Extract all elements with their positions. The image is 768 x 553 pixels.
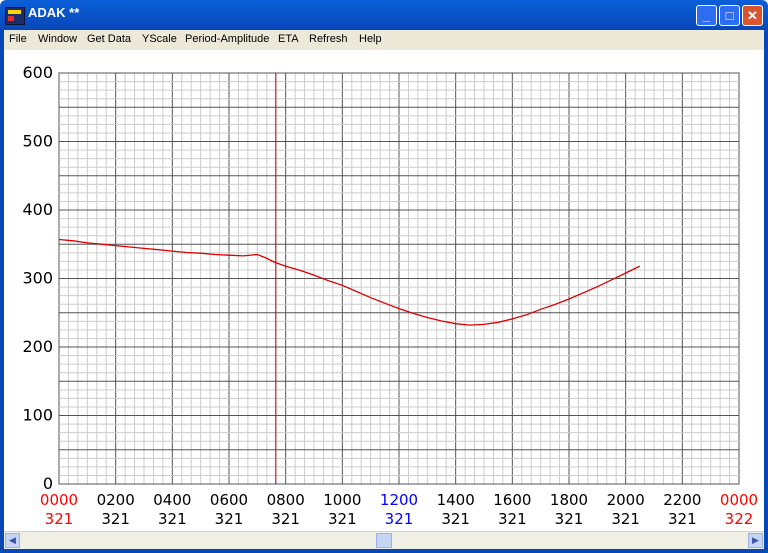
menu-eta[interactable]: ETA bbox=[278, 33, 299, 45]
x-tick-label-day: 321 bbox=[328, 510, 357, 528]
scroll-left-button[interactable]: ◀ bbox=[5, 533, 20, 548]
x-tick-label-day: 321 bbox=[271, 510, 300, 528]
menu-yscale[interactable]: YScale bbox=[142, 33, 177, 45]
menu-bar: File Window Get Data YScale Period-Ampli… bbox=[0, 30, 768, 51]
scroll-right-button[interactable]: ▶ bbox=[748, 533, 763, 548]
seismograph-chart[interactable]: 6005004003002001000000032102003210400321… bbox=[4, 50, 764, 530]
x-tick-label-day: 321 bbox=[498, 510, 527, 528]
x-tick-label-time: 0000 bbox=[40, 491, 78, 509]
x-tick-label-day: 321 bbox=[101, 510, 130, 528]
menu-period-amplitude[interactable]: Period-Amplitude bbox=[185, 33, 269, 45]
x-tick-label-day: 321 bbox=[385, 510, 414, 528]
menu-help[interactable]: Help bbox=[359, 33, 382, 45]
x-tick-label-time: 0000 bbox=[720, 491, 758, 509]
window-frame-bottom bbox=[0, 549, 768, 553]
x-tick-label-time: 2200 bbox=[663, 491, 701, 509]
close-button[interactable]: ✕ bbox=[742, 5, 763, 26]
minimize-button[interactable]: _ bbox=[696, 5, 717, 26]
x-tick-label-time: 1000 bbox=[323, 491, 361, 509]
x-tick-label-day: 321 bbox=[441, 510, 470, 528]
menu-window[interactable]: Window bbox=[38, 33, 77, 45]
x-tick-label-time: 1800 bbox=[550, 491, 588, 509]
window-frame-right bbox=[764, 30, 768, 553]
x-tick-label-time: 1400 bbox=[437, 491, 475, 509]
menu-refresh[interactable]: Refresh bbox=[309, 33, 348, 45]
horizontal-scrollbar[interactable]: ◀ ▶ bbox=[4, 531, 764, 549]
maximize-button[interactable]: □ bbox=[719, 5, 740, 26]
x-tick-label-day: 321 bbox=[215, 510, 244, 528]
x-tick-label-time: 0600 bbox=[210, 491, 248, 509]
x-tick-label-day: 321 bbox=[611, 510, 640, 528]
app-icon bbox=[5, 7, 25, 25]
menu-get-data[interactable]: Get Data bbox=[87, 33, 131, 45]
x-tick-label-time: 1600 bbox=[493, 491, 531, 509]
menu-file[interactable]: File bbox=[9, 33, 27, 45]
x-tick-label-time: 0200 bbox=[97, 491, 135, 509]
x-tick-label-time: 2000 bbox=[607, 491, 645, 509]
y-tick-label: 300 bbox=[22, 269, 53, 288]
x-tick-label-day: 321 bbox=[668, 510, 697, 528]
chart-area[interactable]: 600 500 400 300 200 100 0 0000 321 0200 321 0400 321… bbox=[4, 50, 764, 530]
title-bar[interactable]: ADAK ** _ □ ✕ bbox=[0, 0, 768, 30]
x-tick-label-time: 0800 bbox=[267, 491, 305, 509]
y-tick-label: 600 bbox=[22, 63, 53, 82]
window-frame-left bbox=[0, 30, 4, 553]
y-tick-label: 100 bbox=[22, 406, 53, 425]
x-tick-label-day: 321 bbox=[555, 510, 584, 528]
x-tick-label-day: 322 bbox=[725, 510, 754, 528]
x-tick-label-day: 321 bbox=[45, 510, 74, 528]
window-title: ADAK ** bbox=[28, 5, 80, 20]
y-tick-label: 500 bbox=[22, 132, 53, 151]
y-tick-label: 200 bbox=[22, 337, 53, 356]
x-tick-label-day: 321 bbox=[158, 510, 187, 528]
scroll-thumb[interactable] bbox=[376, 533, 392, 548]
x-tick-label-time: 0400 bbox=[153, 491, 191, 509]
x-tick-label-time: 1200 bbox=[380, 491, 418, 509]
y-tick-label: 400 bbox=[22, 200, 53, 219]
